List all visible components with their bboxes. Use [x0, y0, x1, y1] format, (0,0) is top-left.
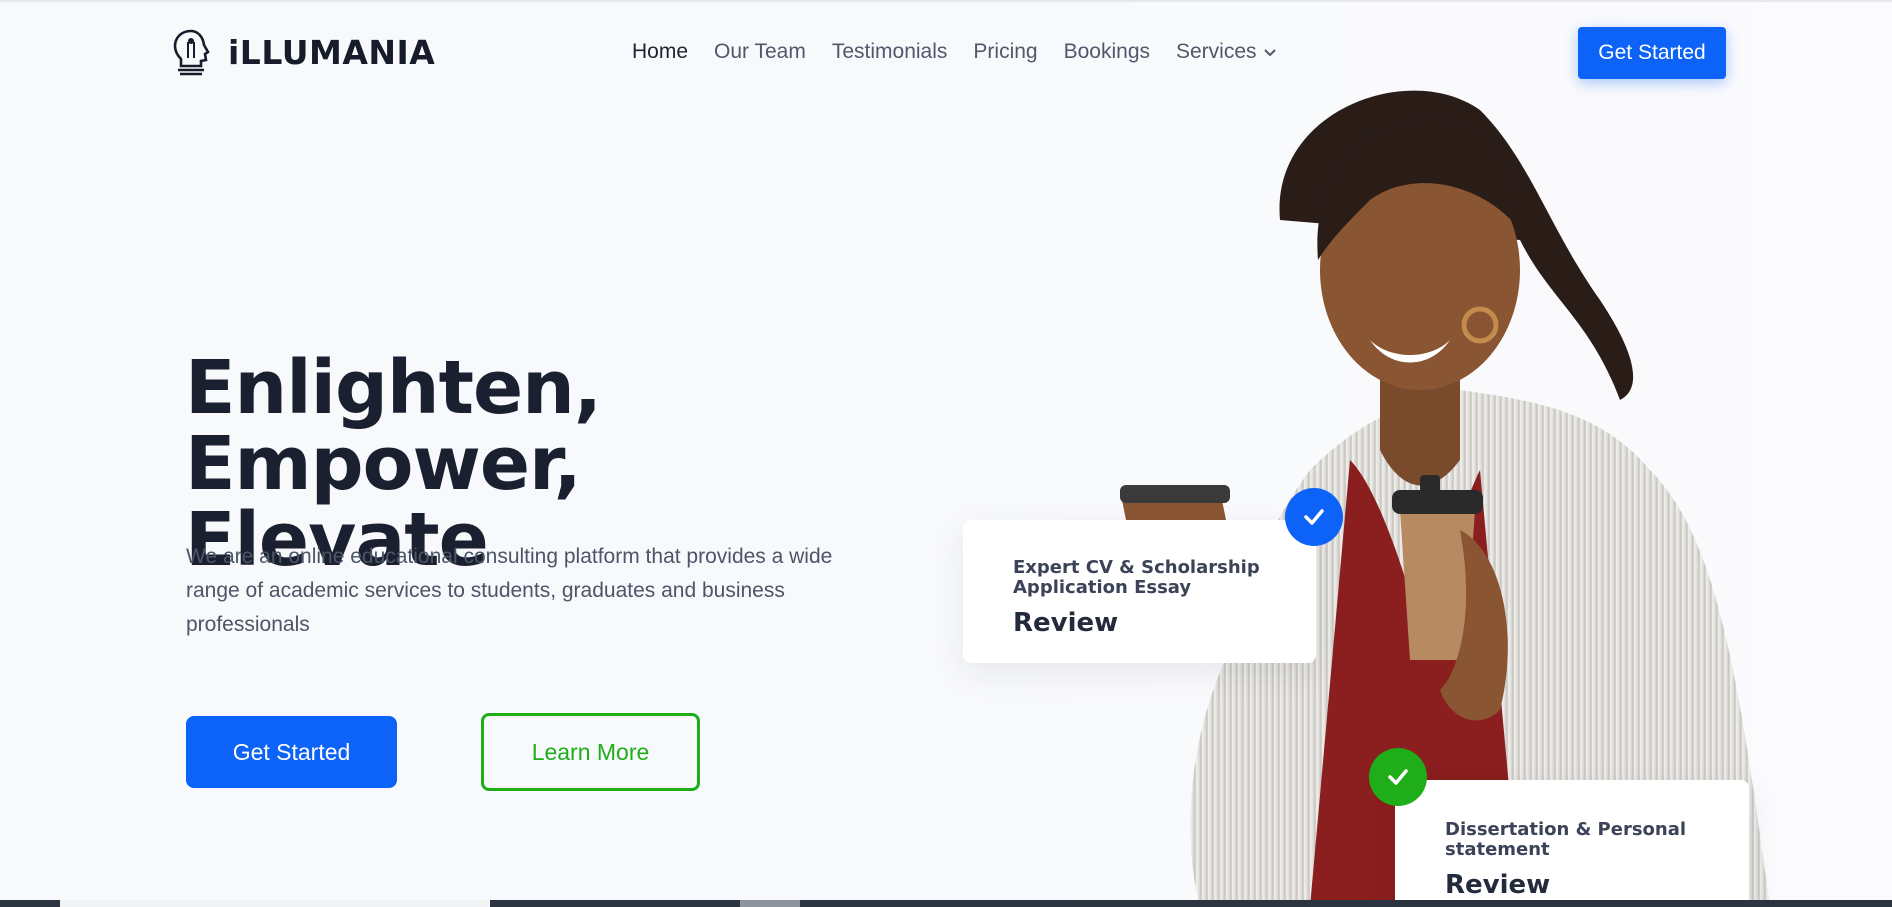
chevron-down-icon — [1263, 49, 1276, 57]
nav-link-pricing[interactable]: Pricing — [973, 40, 1037, 64]
hero-description: We are an online educational consulting … — [186, 545, 833, 636]
nav-dropdown-services-label: Services — [1176, 40, 1257, 63]
service-card-title: Review — [1445, 870, 1551, 900]
service-card-cv-review[interactable]: Expert CV & Scholarship Application Essa… — [963, 520, 1316, 663]
service-card-dissertation-review[interactable]: Dissertation & Personal statement Review — [1395, 780, 1749, 907]
page: iLLUMANIA Home Our Team Testimonials Pri… — [0, 0, 1892, 907]
check-badge-green — [1369, 748, 1427, 806]
service-card-subtitle: Dissertation & Personal statement — [1445, 819, 1687, 860]
learn-more-button[interactable]: Learn More — [481, 713, 700, 791]
service-card-subtitle: Expert CV & Scholarship Application Essa… — [1013, 557, 1260, 598]
brand-logo[interactable]: iLLUMANIA — [170, 28, 435, 76]
lightbulb-head-logo-icon — [173, 29, 210, 76]
check-icon — [1304, 509, 1324, 525]
brand-name: iLLUMANIA — [228, 32, 436, 72]
nav-link-home[interactable]: Home — [632, 40, 688, 64]
bottom-strip-segment — [60, 900, 490, 907]
check-icon — [1388, 769, 1408, 785]
nav-dropdown-services[interactable]: Services — [1176, 40, 1277, 64]
check-badge-blue — [1285, 488, 1343, 546]
nav-link-our-team[interactable]: Our Team — [714, 40, 806, 64]
nav-link-testimonials[interactable]: Testimonials — [832, 40, 948, 64]
hero-title-line1: Enlighten, Empower, — [185, 345, 602, 507]
bottom-strip-segment — [740, 900, 800, 907]
nav-link-bookings[interactable]: Bookings — [1064, 40, 1150, 64]
get-started-button[interactable]: Get Started — [186, 716, 397, 788]
bottom-strip — [0, 900, 1892, 907]
service-card-title: Review — [1013, 608, 1119, 638]
main-menu: Home Our Team Testimonials Pricing Booki… — [632, 40, 1303, 64]
